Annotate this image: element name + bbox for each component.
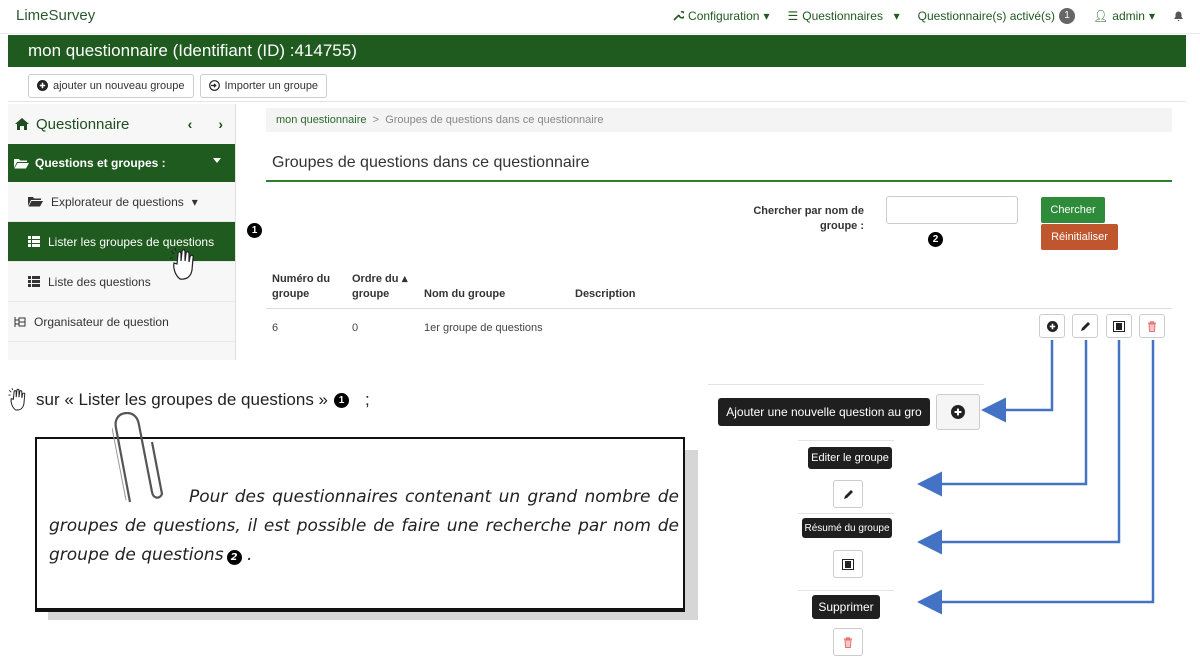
arrow-edit-group: [917, 340, 1088, 497]
arrow-group-summary: [917, 340, 1121, 555]
tutorial-screenshot: LimeSurvey Configuration ▾ ☰ Questionnai…: [0, 0, 1200, 663]
connector-arrows: [917, 340, 1155, 615]
arrow-add-question: [981, 340, 1054, 423]
